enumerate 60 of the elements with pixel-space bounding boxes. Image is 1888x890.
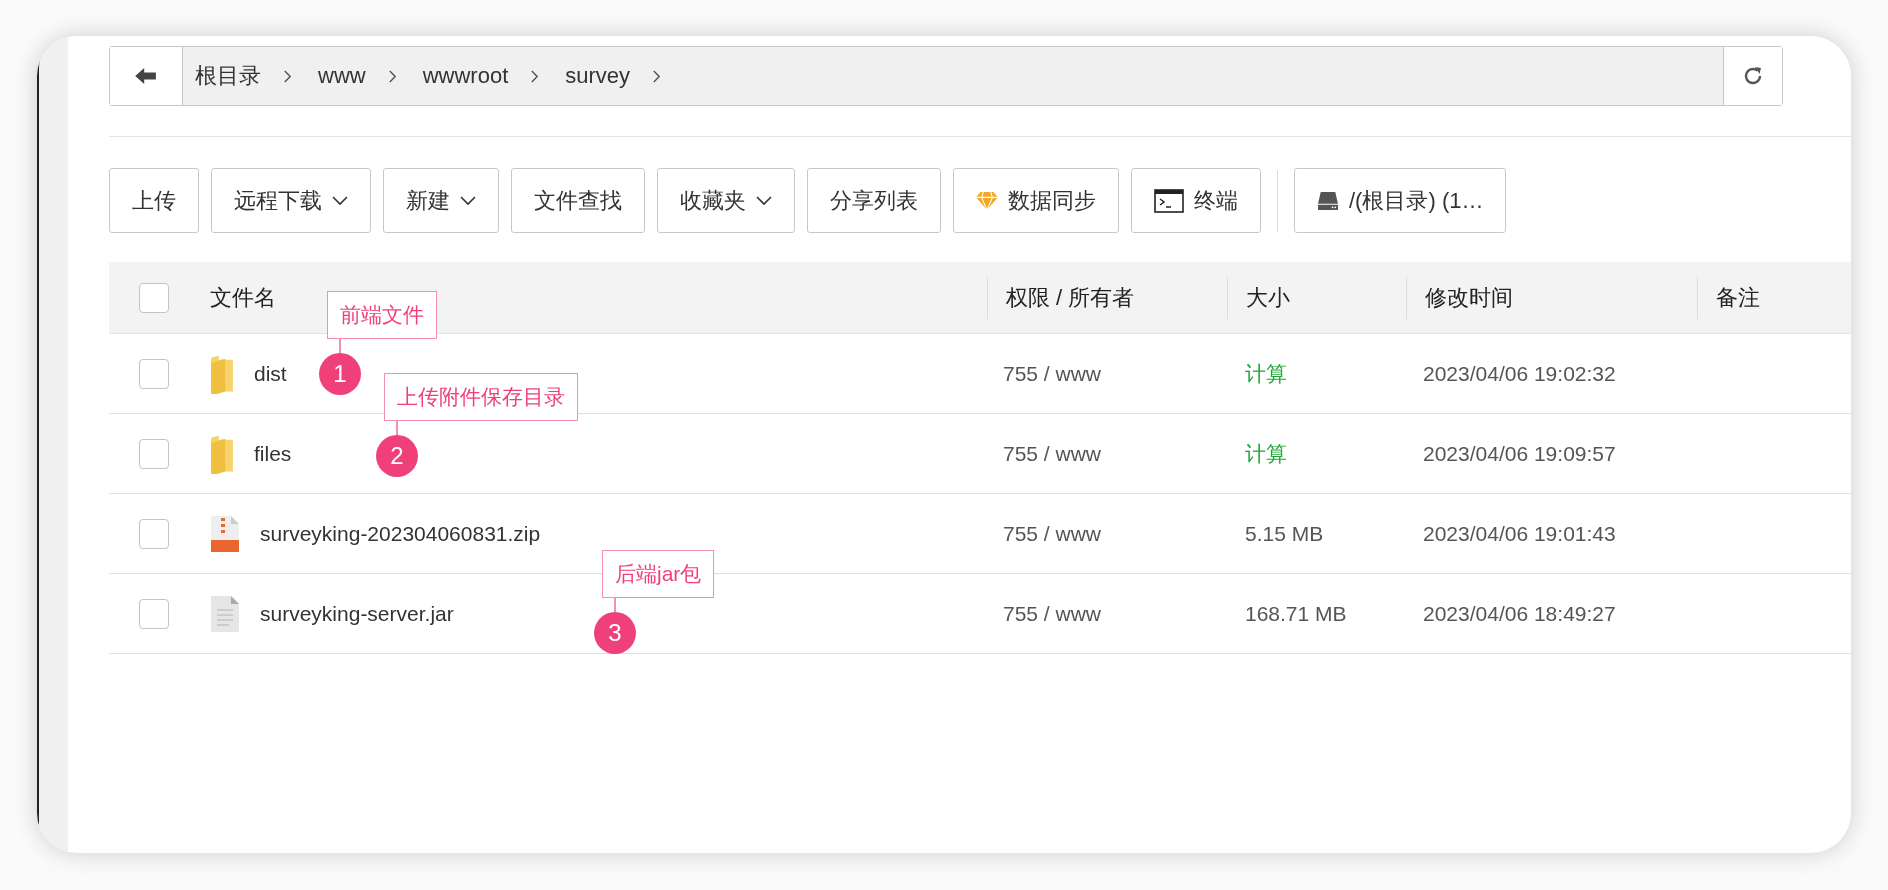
file-name[interactable]: surveyking-202304060831.zip	[260, 521, 541, 546]
toolbar-button[interactable]: 终端	[1131, 168, 1261, 233]
checkbox[interactable]	[138, 598, 169, 629]
number-badge: 3	[594, 612, 636, 654]
chevron-right-icon	[652, 68, 662, 84]
table-cell: 755 / www	[1003, 361, 1102, 386]
breadcrumb-link[interactable]: wwwroot	[422, 63, 509, 89]
column-header[interactable]: 修改时间	[1425, 282, 1513, 313]
file-name[interactable]: dist	[254, 361, 287, 386]
toolbar-button[interactable]: 分享列表	[807, 168, 941, 233]
checkbox[interactable]	[138, 358, 169, 389]
chevron-right-icon	[283, 68, 292, 84]
chevron-right-icon	[530, 68, 540, 84]
table-cell: 2023/04/06 19:09:57	[1423, 441, 1616, 466]
diamond-icon	[976, 190, 998, 211]
toolbar-button[interactable]: 上传	[109, 168, 199, 233]
file-name[interactable]: files	[254, 441, 292, 466]
chevron-down-icon	[332, 195, 348, 206]
table-cell: 755 / www	[1003, 521, 1102, 546]
dropdown-button[interactable]: 远程下载	[211, 168, 371, 233]
column-header[interactable]: 备注	[1716, 282, 1760, 313]
toolbar-button[interactable]: 文件查找	[511, 168, 645, 233]
table-cell: 2023/04/06 18:49:27	[1423, 601, 1616, 626]
checkbox[interactable]	[138, 438, 169, 469]
terminal-icon	[1154, 188, 1184, 213]
callout-label: 上传附件保存目录	[384, 373, 578, 421]
back-button[interactable]	[110, 47, 183, 105]
table-cell: 5.15 MB	[1245, 521, 1324, 546]
column-header[interactable]: 大小	[1246, 282, 1290, 313]
checkbox[interactable]	[138, 518, 169, 549]
chevron-right-icon	[387, 68, 397, 84]
checkbox[interactable]	[138, 282, 169, 313]
chevron-down-icon	[756, 195, 772, 206]
column-header[interactable]: 权限 / 所有者	[1006, 282, 1135, 313]
hard-drive-icon	[1317, 190, 1339, 211]
left-arrow-icon	[135, 67, 157, 85]
table-cell: 755 / www	[1003, 601, 1102, 626]
number-badge: 1	[319, 353, 361, 395]
table-cell: 2023/04/06 19:02:32	[1423, 361, 1616, 386]
chevron-down-icon	[460, 195, 476, 206]
number-badge: 2	[376, 435, 418, 477]
column-header[interactable]: 文件名	[210, 282, 276, 313]
callout-label: 前端文件	[327, 291, 437, 339]
callout-label: 后端jar包	[602, 550, 715, 598]
refresh-button[interactable]	[1723, 47, 1782, 105]
breadcrumb-link[interactable]: survey	[565, 63, 631, 89]
table-cell: 168.71 MB	[1245, 601, 1347, 626]
dropdown-button[interactable]: 收藏夹	[657, 168, 795, 233]
table-cell: 2023/04/06 19:01:43	[1423, 521, 1616, 546]
toolbar-button[interactable]: 数据同步	[953, 168, 1119, 233]
file-name[interactable]: surveyking-server.jar	[260, 601, 454, 626]
folder-icon	[210, 353, 234, 394]
folder-icon	[210, 433, 234, 474]
zip-file-icon	[210, 514, 240, 553]
breadcrumb-link[interactable]: 根目录	[195, 61, 261, 91]
breadcrumb-link[interactable]: www	[318, 63, 366, 89]
toolbar-button[interactable]: /(根目录) (1…	[1294, 168, 1507, 233]
dropdown-button[interactable]: 新建	[383, 168, 499, 233]
table-cell: 755 / www	[1003, 441, 1102, 466]
document-icon	[210, 594, 240, 633]
